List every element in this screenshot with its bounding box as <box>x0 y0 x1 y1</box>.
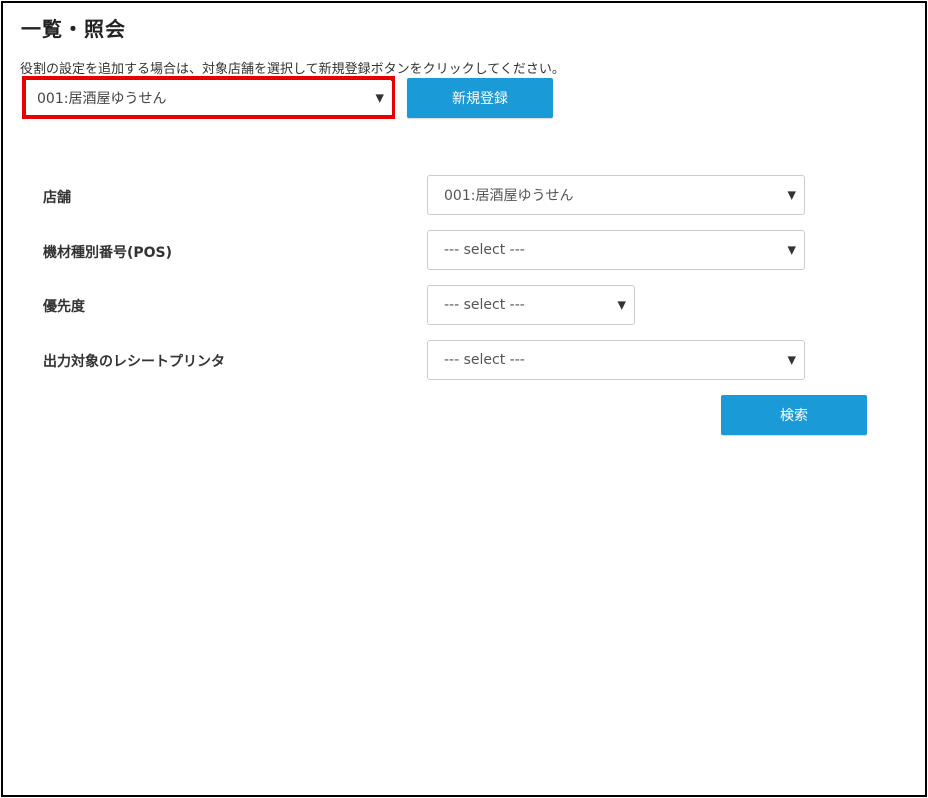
chevron-down-icon: ▼ <box>617 298 626 312</box>
page-title: 一覧・照会 <box>21 17 126 41</box>
label-device-type: 機材種別番号(POS) <box>43 245 173 261</box>
label-store: 店舗 <box>43 190 71 206</box>
priority-select[interactable]: --- select --- ▼ <box>427 285 635 325</box>
main-panel: 一覧・照会 役割の設定を追加する場合は、対象店舗を選択して新規登録ボタンをクリッ… <box>1 1 927 797</box>
chevron-down-icon: ▼ <box>787 353 796 367</box>
instruction-text: 役割の設定を追加する場合は、対象店舗を選択して新規登録ボタンをクリックしてくださ… <box>20 62 565 77</box>
new-register-button[interactable]: 新規登録 <box>407 78 553 118</box>
receipt-printer-select-value: --- select --- <box>444 352 525 368</box>
label-priority: 優先度 <box>43 299 85 315</box>
store-select[interactable]: 001:居酒屋ゆうせん ▼ <box>427 175 805 215</box>
label-receipt-printer: 出力対象のレシートプリンタ <box>43 354 225 370</box>
search-button[interactable]: 検索 <box>721 395 867 435</box>
store-select-top[interactable]: 001:居酒屋ゆうせん ▼ <box>28 81 392 115</box>
chevron-down-icon: ▼ <box>787 188 796 202</box>
store-select-value: 001:居酒屋ゆうせん <box>444 188 574 204</box>
chevron-down-icon: ▼ <box>375 91 384 105</box>
receipt-printer-select[interactable]: --- select --- ▼ <box>427 340 805 380</box>
priority-select-value: --- select --- <box>444 297 525 313</box>
chevron-down-icon: ▼ <box>787 243 796 257</box>
store-select-top-value: 001:居酒屋ゆうせん <box>37 91 167 107</box>
device-type-select[interactable]: --- select --- ▼ <box>427 230 805 270</box>
device-type-select-value: --- select --- <box>444 242 525 258</box>
